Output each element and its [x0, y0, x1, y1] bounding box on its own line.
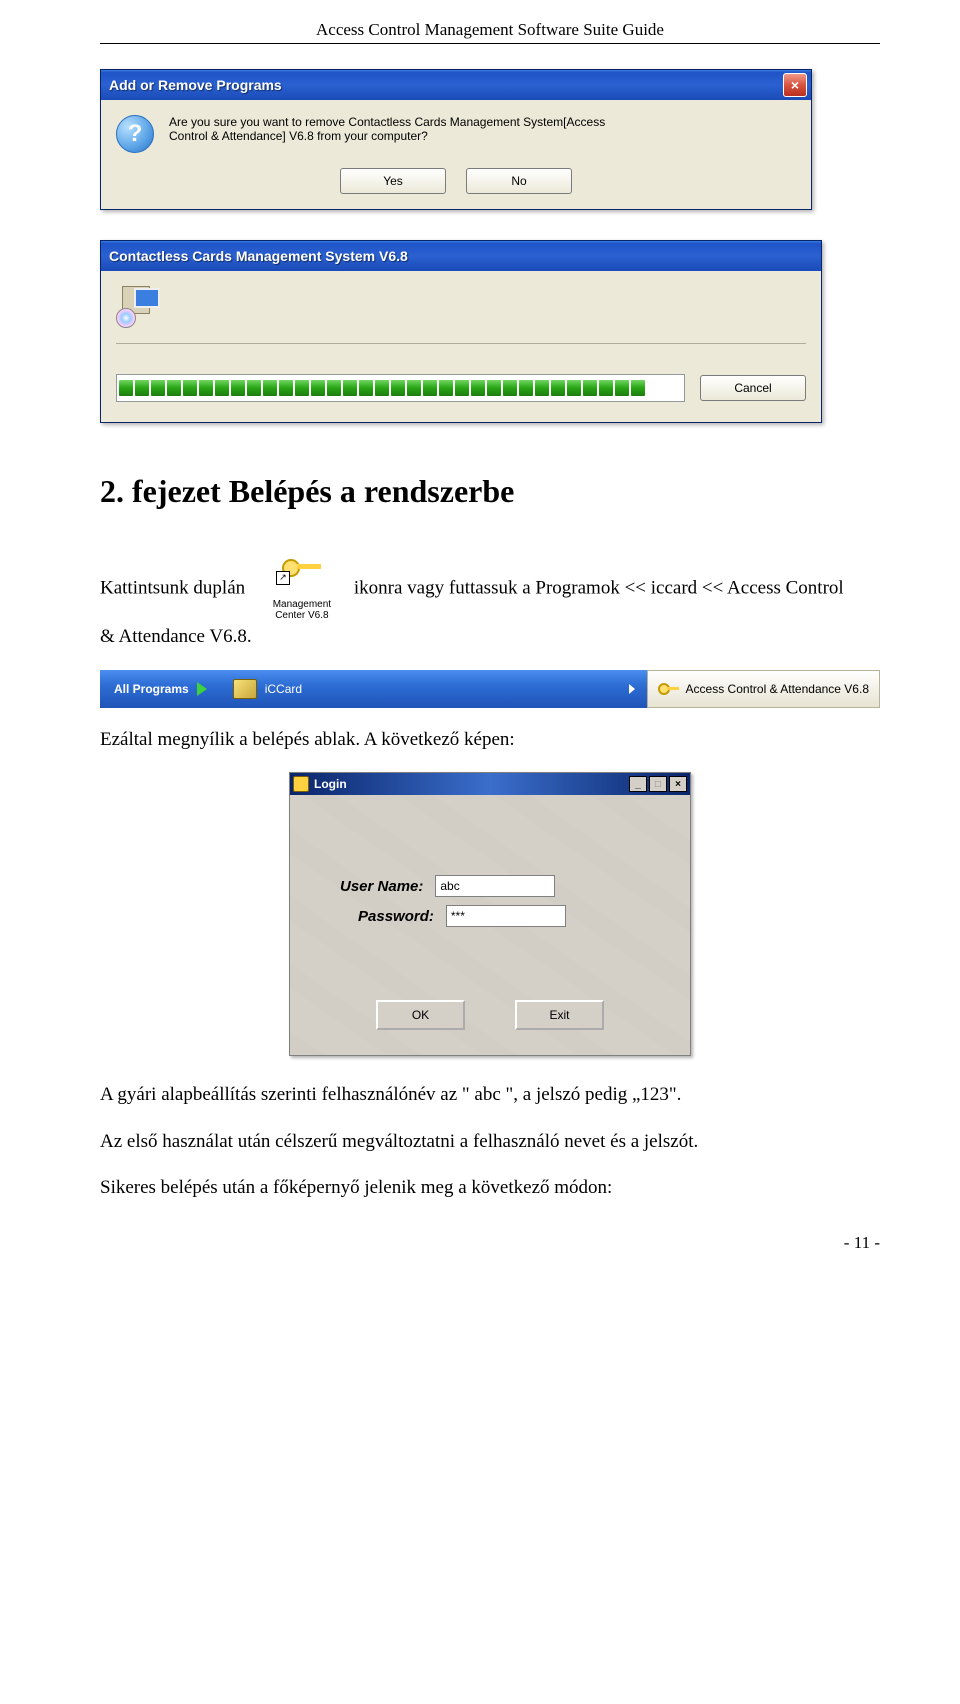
- separator: [116, 343, 806, 344]
- paragraph-3: A gyári alapbeállítás szerinti felhaszná…: [100, 1081, 880, 1110]
- header-rule: [100, 43, 880, 44]
- confirm-remove-dialog: Add or Remove Programs × ? Are you sure …: [100, 69, 812, 210]
- login-title: Login: [314, 777, 624, 791]
- minimize-button[interactable]: _: [629, 776, 647, 792]
- dialog-message: Are you sure you want to remove Contactl…: [169, 115, 605, 143]
- uninstall-progress-dialog: Contactless Cards Management System V6.8…: [100, 240, 822, 423]
- username-label: User Name:: [340, 878, 423, 895]
- management-center-icon: ↗ ManagementCenter V6.8: [252, 555, 352, 623]
- password-label: Password:: [358, 908, 434, 925]
- key-icon: [658, 683, 678, 695]
- cancel-button[interactable]: Cancel: [700, 375, 806, 401]
- all-programs-item[interactable]: All Programs: [100, 670, 221, 708]
- ok-button[interactable]: OK: [376, 1000, 465, 1030]
- close-button[interactable]: ×: [669, 776, 687, 792]
- paragraph-1: Kattintsunk duplán ↗ ManagementCenter V6…: [100, 555, 880, 652]
- username-input[interactable]: [435, 875, 555, 897]
- login-app-icon: [293, 776, 309, 792]
- password-input[interactable]: [446, 905, 566, 927]
- dialog-title: Contactless Cards Management System V6.8: [109, 248, 817, 264]
- paragraph-5: Sikeres belépés után a főképernyő jeleni…: [100, 1174, 880, 1203]
- no-button[interactable]: No: [466, 168, 572, 194]
- dialog-titlebar: Contactless Cards Management System V6.8: [101, 241, 821, 271]
- menu-arrow-icon: [197, 682, 207, 696]
- exit-button[interactable]: Exit: [515, 1000, 604, 1030]
- question-icon: ?: [116, 115, 154, 153]
- page-number: - 11 -: [100, 1233, 880, 1253]
- paragraph-2: Ezáltal megnyílik a belépés ablak. A köv…: [100, 726, 880, 755]
- yes-button[interactable]: Yes: [340, 168, 446, 194]
- maximize-button: □: [649, 776, 667, 792]
- dialog-titlebar: Add or Remove Programs ×: [101, 70, 811, 100]
- iccard-icon: [233, 679, 257, 699]
- access-control-menu-item[interactable]: Access Control & Attendance V6.8: [647, 670, 880, 708]
- dialog-title: Add or Remove Programs: [109, 77, 783, 93]
- login-titlebar: Login _ □ ×: [290, 773, 690, 795]
- installer-icon: [116, 286, 158, 328]
- iccard-menu-item[interactable]: iCCard: [221, 670, 647, 708]
- close-icon[interactable]: ×: [783, 73, 807, 97]
- progress-bar: [116, 374, 685, 402]
- paragraph-4: Az első használat után célszerű megválto…: [100, 1128, 880, 1157]
- chapter-heading: 2. fejezet Belépés a rendszerbe: [100, 473, 880, 510]
- start-menu-path: All Programs iCCard Access Control & Att…: [100, 670, 880, 708]
- menu-arrow-icon: [629, 684, 635, 694]
- login-window: Login _ □ × User Name: Password: OK: [289, 772, 691, 1056]
- page-header: Access Control Management Software Suite…: [100, 20, 880, 40]
